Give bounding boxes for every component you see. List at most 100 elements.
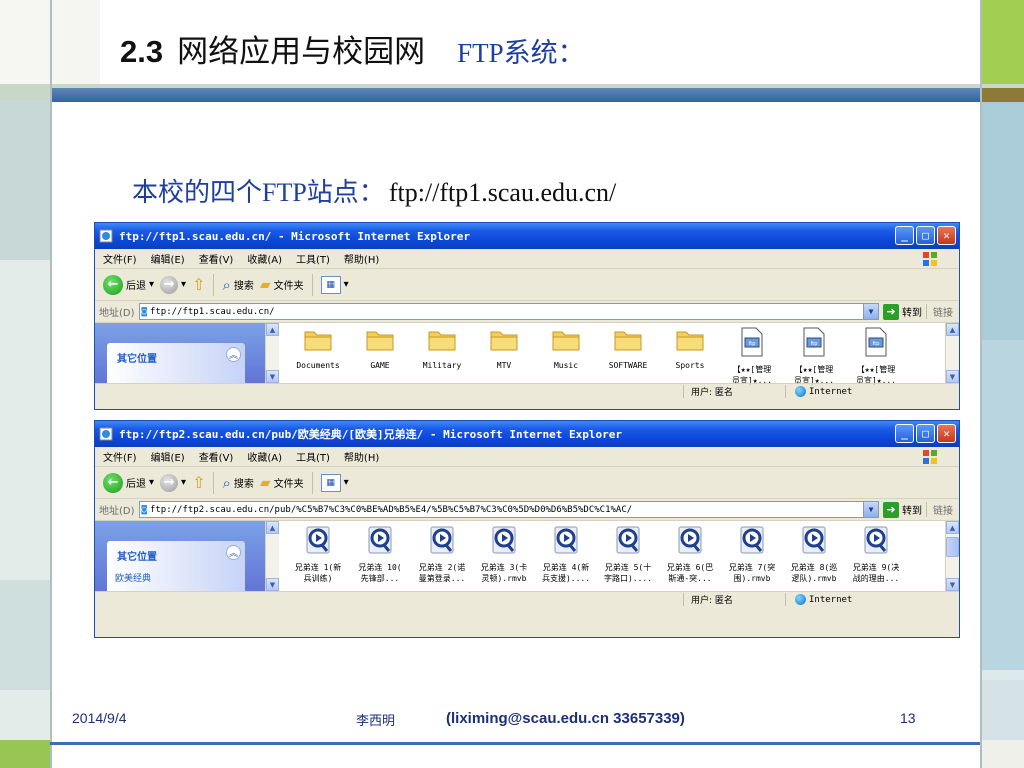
menu-edit[interactable]: 编辑(E) xyxy=(151,449,185,464)
menu-file[interactable]: 文件(F) xyxy=(103,449,137,464)
search-icon: ⌕ xyxy=(222,275,231,294)
window-title-bar[interactable]: ftp://ftp2.scau.edu.cn/pub/欧美经典/[欧美]兄弟连/… xyxy=(95,421,959,447)
go-button[interactable]: ➜ 转到 xyxy=(883,501,922,518)
document-icon: ftp xyxy=(863,327,889,360)
address-input[interactable]: ◙ ftp://ftp2.scau.edu.cn/pub/%C5%B7%C3%C… xyxy=(138,501,879,518)
folder-item[interactable]: SOFTWARE xyxy=(597,323,659,383)
menu-help[interactable]: 帮助(H) xyxy=(344,251,379,266)
file-item[interactable]: 兄弟连 5(十 字路口).... xyxy=(597,521,659,591)
folders-button[interactable]: ▰ 文件夹 xyxy=(260,277,304,293)
views-button[interactable]: ▦ ▾ xyxy=(320,473,349,492)
window-title: ftp://ftp1.scau.edu.cn/ - Microsoft Inte… xyxy=(119,229,470,243)
folders-label: 文件夹 xyxy=(273,479,304,490)
file-label: 兄弟连 7(突 围).rmvb xyxy=(728,563,776,583)
zone-label: Internet xyxy=(809,386,853,397)
media-file-icon xyxy=(677,525,703,558)
maximize-button[interactable]: □ xyxy=(916,424,935,443)
file-item[interactable]: 兄弟连 1(新 兵训练) xyxy=(287,521,349,591)
back-button[interactable]: ← 后退 ▾ xyxy=(103,274,154,295)
close-button[interactable]: ✕ xyxy=(937,424,956,443)
folder-view: 其它位置 ︽ 欧美经典 ▲ ▼ 兄弟连 1(新 兵训练) 兄弟连 10( 先锋部.… xyxy=(95,521,959,591)
up-button[interactable]: ⇧ xyxy=(192,275,205,294)
file-list-scrollbar[interactable]: ▲ ▼ xyxy=(945,521,959,591)
task-pane-scrollbar[interactable]: ▲ ▼ xyxy=(265,521,279,591)
address-input[interactable]: ◙ ftp://ftp1.scau.edu.cn/ ▼ xyxy=(138,303,879,320)
scroll-down-icon[interactable]: ▼ xyxy=(946,370,959,383)
file-item[interactable]: 兄弟连 4(新 兵支援).... xyxy=(535,521,597,591)
back-button[interactable]: ← 后退 ▾ xyxy=(103,472,154,493)
menu-tools[interactable]: 工具(T) xyxy=(296,251,330,266)
folders-button[interactable]: ▰ 文件夹 xyxy=(260,475,304,491)
folder-icon: ▰ xyxy=(259,276,271,293)
go-label: 转到 xyxy=(902,308,922,319)
collapse-chevron-icon[interactable]: ︽ xyxy=(226,347,241,362)
address-dropdown-icon[interactable]: ▼ xyxy=(863,502,878,517)
folder-item[interactable]: GAME xyxy=(349,323,411,383)
scroll-up-icon[interactable]: ▲ xyxy=(946,323,959,336)
menu-view[interactable]: 查看(V) xyxy=(199,449,234,464)
file-item[interactable]: ftp 【★★[管理 员宣]★... xyxy=(721,323,783,385)
folder-item[interactable]: Sports xyxy=(659,323,721,383)
scroll-thumb[interactable] xyxy=(946,537,959,557)
close-button[interactable]: ✕ xyxy=(937,226,956,245)
window-title-bar[interactable]: ftp://ftp1.scau.edu.cn/ - Microsoft Inte… xyxy=(95,223,959,249)
file-item[interactable]: 兄弟连 6(巴 斯通-突... xyxy=(659,521,721,591)
file-item[interactable]: 兄弟连 8(巡 逻队).rmvb xyxy=(783,521,845,591)
address-label: 地址(D) xyxy=(99,506,135,517)
minimize-button[interactable]: _ xyxy=(895,424,914,443)
status-zone: Internet xyxy=(795,386,852,397)
scroll-up-icon[interactable]: ▲ xyxy=(266,323,279,336)
menu-edit[interactable]: 编辑(E) xyxy=(151,251,185,266)
forward-button[interactable]: → ▾ xyxy=(160,473,186,492)
menu-file[interactable]: 文件(F) xyxy=(103,251,137,266)
search-button[interactable]: ⌕ 搜索 xyxy=(222,474,253,492)
task-pane-scrollbar[interactable]: ▲ ▼ xyxy=(265,323,279,383)
file-item[interactable]: 兄弟连 7(突 围).rmvb xyxy=(721,521,783,591)
links-button[interactable]: 链接 xyxy=(926,304,959,319)
folder-item[interactable]: Documents xyxy=(287,323,349,383)
minimize-button[interactable]: _ xyxy=(895,226,914,245)
file-item[interactable]: 兄弟连 3(卡 灵顿).rmvb xyxy=(473,521,535,591)
go-button[interactable]: ➜ 转到 xyxy=(883,303,922,320)
maximize-button[interactable]: □ xyxy=(916,226,935,245)
scroll-up-icon[interactable]: ▲ xyxy=(946,521,959,534)
file-list-scrollbar[interactable]: ▲ ▼ xyxy=(945,323,959,383)
address-label: 地址(D) xyxy=(99,308,135,319)
views-button[interactable]: ▦ ▾ xyxy=(320,275,349,294)
address-dropdown-icon[interactable]: ▼ xyxy=(863,304,878,319)
section-title: 网络应用与校园网 xyxy=(177,34,426,70)
menu-help[interactable]: 帮助(H) xyxy=(344,449,379,464)
address-bar: 地址(D) ◙ ftp://ftp2.scau.edu.cn/pub/%C5%B… xyxy=(95,499,959,521)
status-user: 用户: 匿名 xyxy=(691,388,733,398)
scroll-down-icon[interactable]: ▼ xyxy=(266,370,279,383)
file-item[interactable]: ftp 【★★[管理 员宣]★... xyxy=(845,323,907,385)
windows-logo-icon xyxy=(923,450,937,464)
slide-right-block xyxy=(980,740,1024,768)
other-places-panel[interactable]: 其它位置 ︽ 欧美经典 xyxy=(107,541,245,591)
file-item[interactable]: 兄弟连 10( 先锋部... xyxy=(349,521,411,591)
other-places-item[interactable]: 欧美经典 xyxy=(115,571,151,584)
menu-tools[interactable]: 工具(T) xyxy=(296,449,330,464)
folder-item[interactable]: Music xyxy=(535,323,597,383)
menu-view[interactable]: 查看(V) xyxy=(199,251,234,266)
menu-favorites[interactable]: 收藏(A) xyxy=(247,251,282,266)
other-places-panel[interactable]: 其它位置 ︽ xyxy=(107,343,245,383)
scroll-down-icon[interactable]: ▼ xyxy=(946,578,959,591)
file-item[interactable]: ftp 【★★[管理 员宣]★... xyxy=(783,323,845,385)
collapse-chevron-icon[interactable]: ︽ xyxy=(226,545,241,560)
links-button[interactable]: 链接 xyxy=(926,502,959,517)
up-button[interactable]: ⇧ xyxy=(192,473,205,492)
scroll-down-icon[interactable]: ▼ xyxy=(266,578,279,591)
standard-toolbar: ← 后退 ▾ → ▾ ⇧ ⌕ 搜索 ▰ 文件夹 ▦ ▾ xyxy=(95,269,959,301)
file-item[interactable]: 兄弟连 2(诺 曼第登录... xyxy=(411,521,473,591)
file-item[interactable]: 兄弟连 9(决 战的理由... xyxy=(845,521,907,591)
menu-favorites[interactable]: 收藏(A) xyxy=(247,449,282,464)
folder-item[interactable]: Military xyxy=(411,323,473,383)
search-button[interactable]: ⌕ 搜索 xyxy=(222,276,253,294)
scroll-up-icon[interactable]: ▲ xyxy=(266,521,279,534)
forward-button[interactable]: → ▾ xyxy=(160,275,186,294)
search-label: 搜索 xyxy=(233,479,254,490)
address-value: ftp://ftp2.scau.edu.cn/pub/%C5%B7%C3%C0%… xyxy=(149,504,633,515)
sparkle-decoration-icon xyxy=(904,12,966,74)
folder-item[interactable]: MTV xyxy=(473,323,535,383)
